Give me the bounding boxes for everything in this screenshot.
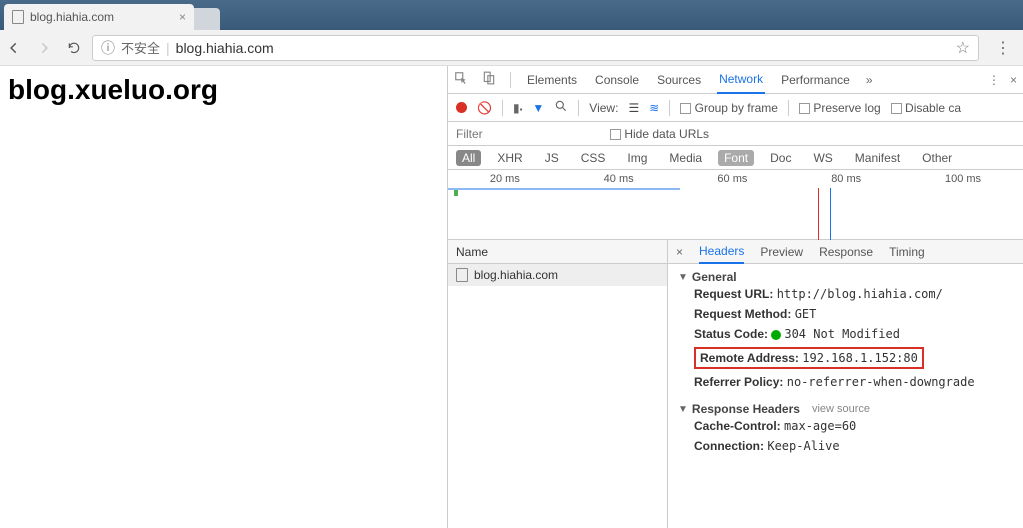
type-other[interactable]: Other — [916, 150, 958, 166]
collapse-icon: ▼ — [678, 404, 688, 415]
type-css[interactable]: CSS — [575, 150, 612, 166]
type-ws[interactable]: WS — [807, 150, 838, 166]
separator: | — [166, 40, 170, 56]
request-name: blog.hiahia.com — [474, 268, 558, 282]
browser-tab[interactable]: blog.hiahia.com × — [4, 4, 194, 30]
bookmark-icon[interactable]: ☆ — [956, 38, 970, 58]
type-manifest[interactable]: Manifest — [849, 150, 906, 166]
status-value: 304 Not Modified — [784, 327, 900, 341]
separator — [669, 100, 670, 116]
separator — [510, 72, 511, 88]
type-doc[interactable]: Doc — [764, 150, 797, 166]
tab-title: blog.hiahia.com — [30, 10, 114, 24]
section-title-general[interactable]: ▼General — [678, 270, 1013, 284]
view-waterfall-icon[interactable]: ≋ — [649, 101, 659, 115]
network-type-filters: All XHR JS CSS Img Media Font Doc WS Man… — [448, 146, 1023, 170]
hide-data-urls-checkbox[interactable]: Hide data URLs — [610, 127, 709, 141]
request-list: Name blog.hiahia.com — [448, 240, 668, 528]
disable-cache-checkbox[interactable]: Disable ca — [891, 101, 961, 115]
preserve-log-checkbox[interactable]: Preserve log — [799, 101, 881, 115]
security-label: 不安全 — [121, 38, 160, 57]
section-response-headers: ▼Response Headersview source Cache-Contr… — [668, 396, 1023, 460]
network-split: Name blog.hiahia.com × Headers Preview R… — [448, 240, 1023, 528]
devtools-menu-icon[interactable]: ⋮ — [988, 73, 1000, 87]
cache-value: max-age=60 — [784, 419, 856, 433]
page-heading: blog.xueluo.org — [8, 74, 439, 106]
request-row[interactable]: blog.hiahia.com — [448, 264, 667, 286]
type-font[interactable]: Font — [718, 150, 754, 166]
url-text: blog.hiahia.com — [176, 40, 274, 56]
timeline-tick: 20 ms — [490, 173, 520, 185]
section-general: ▼General Request URL: http://blog.hiahia… — [668, 264, 1023, 396]
close-tab-icon[interactable]: × — [179, 10, 186, 24]
search-icon[interactable] — [554, 99, 568, 116]
info-icon: ⓘ — [101, 38, 115, 58]
inspect-icon[interactable] — [454, 71, 468, 88]
referrer-value: no-referrer-when-downgrade — [787, 375, 975, 389]
detail-tab-timing[interactable]: Timing — [889, 245, 925, 259]
devtools-panel: Elements Console Sources Network Perform… — [447, 66, 1023, 528]
camera-icon[interactable]: ▮▪ — [513, 101, 522, 115]
devtools-close-icon[interactable]: × — [1010, 73, 1017, 87]
clear-icon[interactable]: 🚫 — [477, 101, 492, 115]
new-tab-button[interactable] — [192, 8, 220, 30]
forward-button[interactable] — [36, 40, 52, 56]
timeline-tick: 80 ms — [831, 173, 861, 185]
device-icon[interactable] — [482, 71, 496, 88]
tab-network[interactable]: Network — [717, 66, 765, 94]
browser-tabstrip: blog.hiahia.com × — [0, 0, 1023, 30]
type-xhr[interactable]: XHR — [491, 150, 528, 166]
section-title-response[interactable]: ▼Response Headersview source — [678, 402, 1013, 416]
record-button[interactable] — [456, 102, 467, 113]
view-source-link[interactable]: view source — [812, 403, 870, 415]
view-label: View: — [589, 101, 618, 115]
detail-tab-headers[interactable]: Headers — [699, 240, 744, 264]
detail-tabstrip: × Headers Preview Response Timing — [668, 240, 1023, 264]
more-tabs-icon[interactable]: » — [866, 73, 873, 87]
filter-icon[interactable]: ▼ — [532, 101, 544, 115]
request-detail: × Headers Preview Response Timing ▼Gener… — [668, 240, 1023, 528]
conn-value: Keep-Alive — [767, 439, 839, 453]
nav-buttons — [6, 40, 82, 56]
tab-elements[interactable]: Elements — [525, 66, 579, 94]
timeline-tick: 60 ms — [717, 173, 747, 185]
address-bar: ⓘ 不安全 | blog.hiahia.com ☆ ⋮ — [0, 30, 1023, 66]
tab-console[interactable]: Console — [593, 66, 641, 94]
method-value: GET — [795, 307, 817, 321]
separator — [578, 100, 579, 116]
timeline-tick: 100 ms — [945, 173, 981, 185]
request-list-header[interactable]: Name — [448, 240, 667, 264]
remote-address-highlight: Remote Address: 192.168.1.152:80 — [694, 347, 924, 369]
file-icon — [456, 268, 468, 282]
page-icon — [12, 10, 24, 24]
page-content: blog.xueluo.org — [0, 66, 447, 528]
detail-tab-preview[interactable]: Preview — [760, 245, 803, 259]
type-media[interactable]: Media — [663, 150, 708, 166]
network-timeline[interactable]: 20 ms 40 ms 60 ms 80 ms 100 ms — [448, 170, 1023, 240]
network-toolbar: 🚫 ▮▪ ▼ View: ☰ ≋ Group by frame Preserve… — [448, 94, 1023, 122]
browser-menu-icon[interactable]: ⋮ — [989, 38, 1017, 58]
collapse-icon: ▼ — [678, 272, 688, 283]
separator — [788, 100, 789, 116]
omnibox[interactable]: ⓘ 不安全 | blog.hiahia.com ☆ — [92, 35, 979, 61]
separator — [502, 100, 503, 116]
tab-sources[interactable]: Sources — [655, 66, 703, 94]
reload-button[interactable] — [66, 40, 82, 56]
detail-close-icon[interactable]: × — [676, 245, 683, 259]
group-by-frame-checkbox[interactable]: Group by frame — [680, 101, 778, 115]
type-js[interactable]: JS — [539, 150, 565, 166]
status-dot-icon — [771, 330, 781, 340]
timeline-tick: 40 ms — [604, 173, 634, 185]
remote-value: 192.168.1.152:80 — [802, 351, 918, 365]
detail-tab-response[interactable]: Response — [819, 245, 873, 259]
type-img[interactable]: Img — [621, 150, 653, 166]
tab-performance[interactable]: Performance — [779, 66, 852, 94]
filter-input[interactable] — [456, 127, 596, 141]
network-filter-row: Hide data URLs — [448, 122, 1023, 146]
type-all[interactable]: All — [456, 150, 481, 166]
request-url-value: http://blog.hiahia.com/ — [777, 287, 943, 301]
view-large-icon[interactable]: ☰ — [628, 101, 639, 115]
back-button[interactable] — [6, 40, 22, 56]
devtools-tabstrip: Elements Console Sources Network Perform… — [448, 66, 1023, 94]
